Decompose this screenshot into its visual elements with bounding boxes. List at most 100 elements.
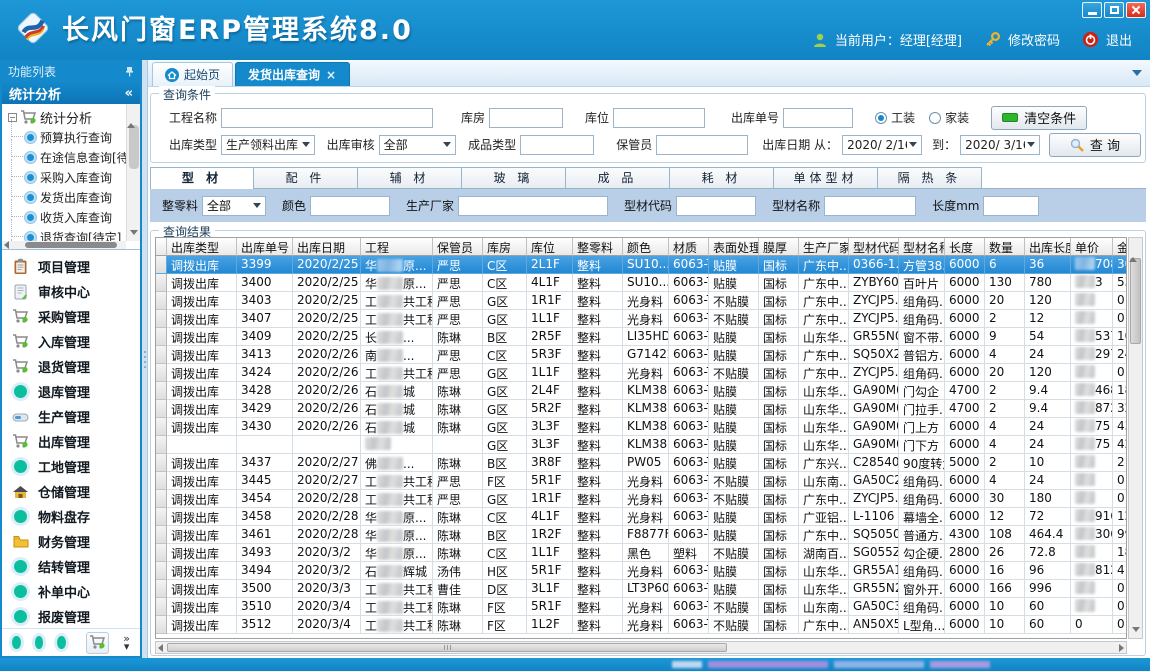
tree-item[interactable]: 预算执行查询 — [8, 127, 138, 147]
sidebar-item-财务管理[interactable]: 财务管理 — [2, 529, 140, 554]
column-header[interactable]: 工程 — [361, 238, 433, 256]
row-header[interactable] — [156, 490, 167, 508]
sidebar-item-工地管理[interactable]: 工地管理 — [2, 454, 140, 479]
material-tab[interactable]: 成 品 — [566, 167, 670, 188]
table-row[interactable]: 调拨出库34002020/2/25华原...严思C区4L1F整料SU10...6… — [156, 274, 1126, 292]
profile-code-input[interactable] — [676, 196, 756, 216]
row-header[interactable] — [156, 454, 167, 472]
row-header[interactable] — [156, 364, 167, 382]
close-button[interactable] — [1126, 2, 1146, 18]
color-input[interactable] — [310, 196, 390, 216]
overflow-button[interactable]: »▾ — [123, 635, 130, 651]
table-row[interactable]: 调拨出库35002020/3/3工共工程曹佳D区3L1F整料LT3P606063… — [156, 580, 1126, 598]
clear-conditions-button[interactable]: 清空条件 — [991, 106, 1087, 130]
tree-horizontal-scrollbar[interactable] — [2, 241, 126, 249]
column-header[interactable]: 金 — [1113, 238, 1127, 256]
keeper-input[interactable] — [656, 135, 748, 155]
material-tab[interactable]: 单体型材 — [774, 167, 878, 188]
warehouse-input[interactable] — [489, 108, 563, 128]
material-tab[interactable]: 隔 热 条 — [878, 167, 982, 188]
product-type-input[interactable] — [520, 135, 594, 155]
table-row[interactable]: 调拨出库34372020/2/27佛...陈琳B区3R8F整料PW056063-… — [156, 454, 1126, 472]
row-header[interactable] — [156, 400, 167, 418]
tree-item[interactable]: 发货出库查询 — [8, 187, 138, 207]
logout-link[interactable]: 退出 — [1106, 30, 1132, 49]
column-header[interactable]: 颜色 — [623, 238, 669, 256]
table-row[interactable]: 调拨出库34032020/2/25工共工程严思G区1R1F整料光身料6063-T… — [156, 292, 1126, 310]
section-header-statistics[interactable]: 统计分析 « — [2, 82, 140, 104]
column-header[interactable]: 生产厂家 — [799, 238, 849, 256]
search-button[interactable]: 查 询 — [1049, 133, 1141, 157]
table-row[interactable]: 调拨出库34132020/2/26南...严思C区5R3F整料G71422606… — [156, 346, 1126, 364]
column-header[interactable]: 出库日期 — [293, 238, 361, 256]
table-row[interactable]: 调拨出库34452020/2/27工共工程严思F区5R1F整料光身料6063-T… — [156, 472, 1126, 490]
column-header[interactable]: 出库长度 — [1025, 238, 1071, 256]
table-row[interactable]: 调拨出库33992020/2/25华原...严思C区2L1F整料SU10...6… — [156, 256, 1126, 274]
material-tab[interactable]: 辅 材 — [358, 167, 462, 188]
material-tab[interactable]: 型 材 — [150, 167, 254, 188]
column-header[interactable]: 出库单号 — [237, 238, 293, 256]
change-password-link[interactable]: 修改密码 — [1008, 30, 1060, 49]
row-header[interactable] — [156, 418, 167, 436]
sidebar-item-退货管理[interactable]: 退货管理 — [2, 354, 140, 379]
row-header[interactable] — [156, 562, 167, 580]
tab-close-icon[interactable]: × — [325, 68, 337, 82]
row-header[interactable] — [156, 382, 167, 400]
material-tab[interactable]: 耗 材 — [670, 167, 774, 188]
table-row[interactable]: 调拨出库34542020/2/28工共工程严思G区1R1F整料光身料6063-T… — [156, 490, 1126, 508]
table-row[interactable]: G区3L3F整料KLM38176063-T5贴膜国标山东华...GA90M09.… — [156, 436, 1126, 454]
minimize-button[interactable] — [1082, 2, 1102, 18]
row-header[interactable] — [156, 544, 167, 562]
column-header[interactable]: 单价 — [1071, 238, 1113, 256]
sidebar-item-项目管理[interactable]: 项目管理 — [2, 254, 140, 279]
column-header[interactable]: 长度 — [945, 238, 985, 256]
row-header[interactable] — [156, 580, 167, 598]
sidebar-item-退库管理[interactable]: 退库管理 — [2, 379, 140, 404]
length-input[interactable] — [983, 196, 1039, 216]
location-input[interactable] — [613, 108, 705, 128]
row-header[interactable] — [156, 310, 167, 328]
table-row[interactable]: 调拨出库34302020/2/26石城陈琳G区3L3F整料KLM38176063… — [156, 418, 1126, 436]
quick-dot-button[interactable] — [57, 636, 66, 649]
row-header[interactable] — [156, 436, 167, 454]
table-row[interactable]: 调拨出库34292020/2/26石城陈琳G区5R2F整料KLM38176063… — [156, 400, 1126, 418]
row-header[interactable] — [156, 526, 167, 544]
cart-quick-button[interactable] — [86, 632, 109, 654]
tree-item[interactable]: 在途信息查询[待 — [8, 147, 138, 167]
order-no-input[interactable] — [783, 108, 853, 128]
radio-home[interactable]: 家装 — [929, 109, 969, 126]
date-from-select[interactable]: 2020/ 2/16 — [842, 135, 922, 155]
batch-select[interactable]: 全部 — [202, 196, 266, 216]
table-row[interactable]: 调拨出库34092020/2/25长...陈琳B区2R5F整料LI35HD606… — [156, 328, 1126, 346]
profile-name-input[interactable] — [824, 196, 916, 216]
table-row[interactable]: 调拨出库34612020/2/28华原...陈琳B区1R2F整料F8877FT6… — [156, 526, 1126, 544]
maximize-button[interactable] — [1104, 2, 1124, 18]
column-header[interactable]: 型材名称 — [899, 238, 945, 256]
row-header[interactable] — [156, 274, 167, 292]
column-header[interactable]: 数量 — [985, 238, 1025, 256]
quick-dot-button[interactable] — [35, 636, 44, 649]
column-header[interactable]: 出库类型 — [167, 238, 237, 256]
factory-input[interactable] — [458, 196, 608, 216]
table-row[interactable]: 调拨出库34582020/2/28华原...陈琳C区4L1F整料光身料6063-… — [156, 508, 1126, 526]
row-header[interactable] — [156, 256, 167, 274]
sidebar-item-补单中心[interactable]: 补单中心 — [2, 579, 140, 604]
column-header[interactable]: 材质 — [669, 238, 709, 256]
sidebar-item-出库管理[interactable]: 出库管理 — [2, 429, 140, 454]
row-header[interactable] — [156, 472, 167, 490]
row-header[interactable] — [156, 346, 167, 364]
column-header[interactable]: 库位 — [527, 238, 573, 256]
row-header[interactable] — [156, 508, 167, 526]
column-header[interactable]: 表面处理 — [709, 238, 759, 256]
project-name-input[interactable] — [221, 108, 433, 128]
sidebar-item-结转管理[interactable]: 结转管理 — [2, 554, 140, 579]
sidebar-item-审核中心[interactable]: 审核中心 — [2, 279, 140, 304]
tab-home[interactable]: 起始页 — [152, 62, 233, 86]
tree-item[interactable]: 采购入库查询 — [8, 167, 138, 187]
column-header[interactable]: 保管员 — [433, 238, 483, 256]
table-row[interactable]: 调拨出库35102020/3/4工共工程陈琳F区5R1F整料光身料6063-T5… — [156, 598, 1126, 616]
out-type-select[interactable]: 生产领料出库 — [221, 135, 315, 155]
column-header[interactable]: 型材代码 — [849, 238, 899, 256]
tree-root[interactable]: − 统计分析 — [8, 107, 138, 127]
column-header[interactable]: 库房 — [483, 238, 527, 256]
